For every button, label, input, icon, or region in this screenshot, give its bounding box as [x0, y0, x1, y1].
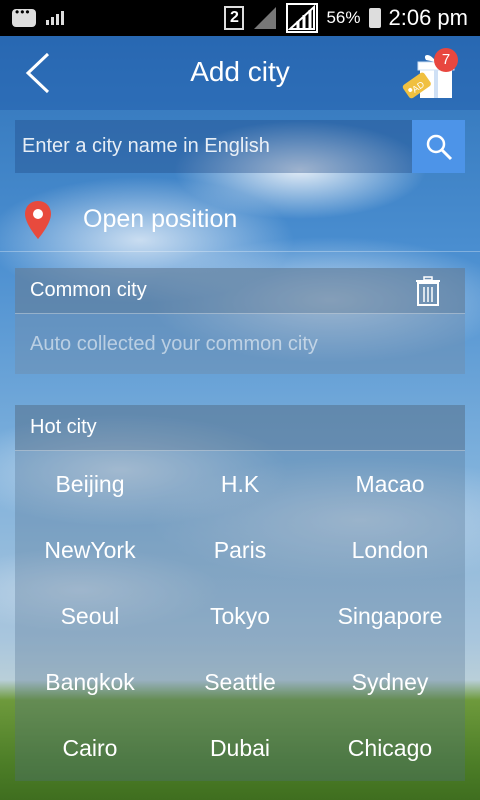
city-item[interactable]: Singapore [315, 583, 465, 649]
open-position-row[interactable]: Open position [0, 188, 480, 252]
city-item[interactable]: Chicago [315, 715, 465, 781]
common-city-header: Common city [15, 268, 465, 314]
city-item[interactable]: Macao [315, 451, 465, 517]
notification-badge: 7 [434, 48, 458, 72]
location-pin-icon [25, 200, 51, 239]
trash-icon[interactable] [415, 275, 441, 306]
city-item[interactable]: Dubai [165, 715, 315, 781]
hot-city-grid: Beijing H.K Macao NewYork Paris London S… [15, 451, 465, 781]
city-item[interactable]: Seoul [15, 583, 165, 649]
city-search-bar [15, 120, 465, 173]
signal-weak-icon [254, 7, 277, 29]
data-signal-icon [46, 11, 64, 25]
common-city-title: Common city [30, 279, 147, 301]
city-item[interactable]: Bangkok [15, 649, 165, 715]
app-header: Add city AD 7 [0, 36, 480, 110]
city-item[interactable]: Cairo [15, 715, 165, 781]
signal-strength-icon [286, 3, 319, 33]
hot-city-header: Hot city [15, 405, 465, 451]
city-item[interactable]: Tokyo [165, 583, 315, 649]
search-icon [426, 134, 452, 160]
status-bar: 2 56% 2:06 pm [0, 0, 480, 36]
gift-button[interactable]: AD 7 [400, 48, 460, 102]
city-item[interactable]: NewYork [15, 517, 165, 583]
city-item[interactable]: H.K [165, 451, 315, 517]
search-button[interactable] [412, 120, 465, 173]
city-item[interactable]: Seattle [165, 649, 315, 715]
city-item[interactable]: Paris [165, 517, 315, 583]
sim-slot-indicator: 2 [224, 6, 245, 30]
city-item[interactable]: Sydney [315, 649, 465, 715]
city-item[interactable]: London [315, 517, 465, 583]
hot-city-panel: Hot city Beijing H.K Macao NewYork Paris… [15, 405, 465, 781]
city-item[interactable]: Beijing [15, 451, 165, 517]
clock: 2:06 pm [388, 5, 469, 30]
common-city-hint: Auto collected your common city [30, 332, 318, 355]
common-city-panel: Common city Auto collected your common c… [15, 268, 465, 374]
city-search-input[interactable] [15, 120, 412, 173]
battery-percent: 56% [326, 8, 361, 27]
battery-icon [368, 8, 381, 28]
chat-notification-icon [12, 5, 36, 27]
open-position-label: Open position [83, 205, 238, 233]
hot-city-title: Hot city [30, 416, 97, 438]
